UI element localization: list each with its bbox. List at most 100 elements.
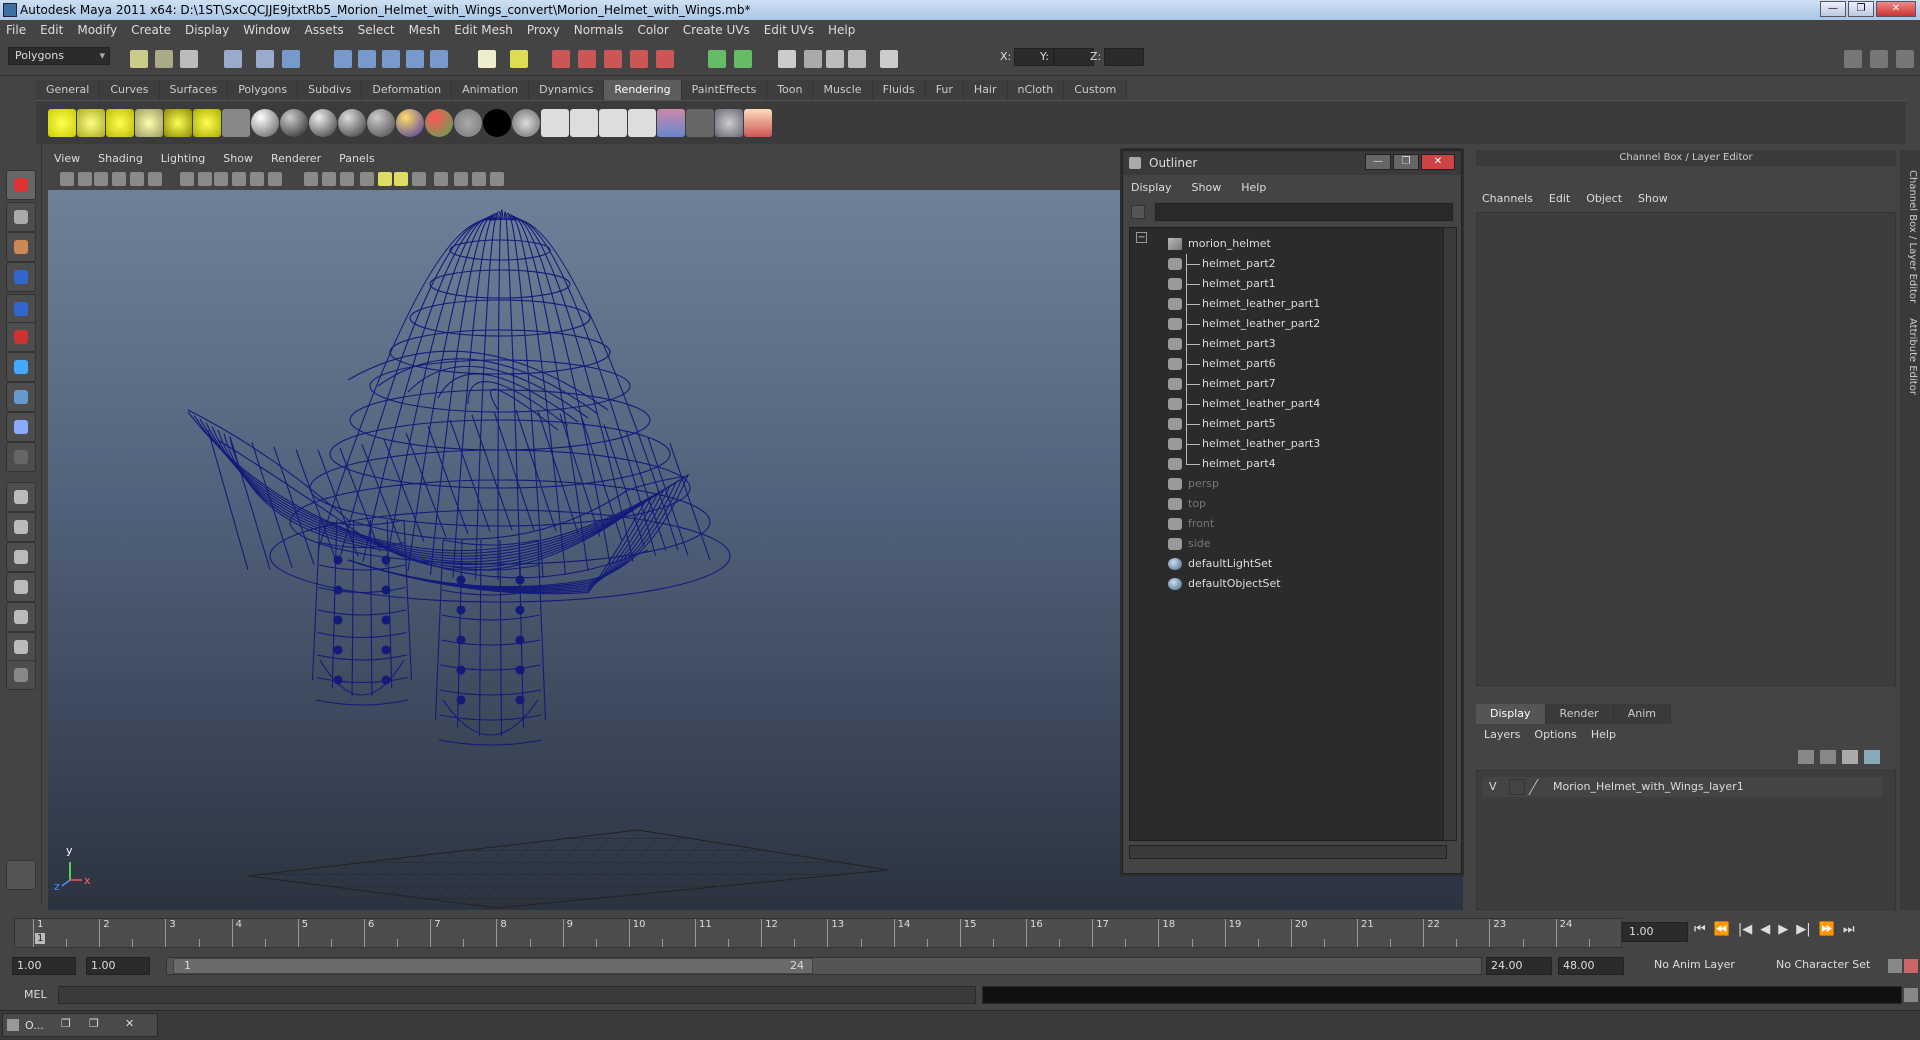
layout-editor-icon[interactable] <box>6 632 36 662</box>
layer-tab-anim[interactable]: Anim <box>1613 704 1671 724</box>
render-view-icon[interactable] <box>656 50 674 68</box>
layered-shader-icon[interactable] <box>396 109 424 137</box>
current-time-marker[interactable]: 1 <box>35 933 46 944</box>
select-hierarchy-icon[interactable] <box>224 50 242 68</box>
anim-layer-dropdown[interactable]: No Anim Layer <box>1650 957 1766 975</box>
snap-plane-icon[interactable] <box>406 50 424 68</box>
outliner-item[interactable]: helmet_part5 <box>1130 414 1446 434</box>
range-slider[interactable]: 1 24 <box>166 957 1482 975</box>
outliner-item[interactable]: side <box>1130 534 1446 554</box>
use-lights-icon[interactable] <box>378 172 392 186</box>
rotate-tool-icon[interactable] <box>6 294 36 324</box>
blinn-icon[interactable] <box>251 109 279 137</box>
outliner-item[interactable]: helmet_part3 <box>1130 334 1446 354</box>
outliner-horizontal-scrollbar[interactable] <box>1129 845 1447 859</box>
gate-mask-icon[interactable] <box>214 172 228 186</box>
high-quality-icon[interactable] <box>412 172 426 186</box>
animation-preferences-icon[interactable] <box>1904 959 1918 973</box>
layer-tab-display[interactable]: Display <box>1476 704 1546 724</box>
persp-hypershade-icon[interactable] <box>6 602 36 632</box>
hypershade-icon[interactable] <box>630 50 648 68</box>
safe-action-icon[interactable] <box>250 172 264 186</box>
go-to-end-button[interactable]: ⏭ <box>1843 922 1855 937</box>
render-current-icon[interactable] <box>541 109 569 137</box>
field-chart-icon[interactable] <box>232 172 246 186</box>
ramp-shader-icon[interactable] <box>425 109 453 137</box>
paint-effects-icon[interactable] <box>744 109 772 137</box>
shelf-tab-muscle[interactable]: Muscle <box>813 80 873 100</box>
show-manipulator-icon[interactable] <box>6 412 36 442</box>
camera-attributes-icon[interactable] <box>78 172 92 186</box>
outliner-menu-show[interactable]: Show <box>1192 181 1222 194</box>
resolution-gate-icon[interactable] <box>198 172 212 186</box>
shading-map-icon[interactable] <box>512 109 540 137</box>
start-time-field[interactable]: 1.00 <box>12 957 76 975</box>
select-object-icon[interactable] <box>256 50 274 68</box>
tool-settings-icon[interactable] <box>6 660 36 690</box>
anisotropic-icon[interactable] <box>367 109 395 137</box>
outliner-menu-help[interactable]: Help <box>1241 181 1266 194</box>
xray-icon[interactable] <box>454 172 468 186</box>
outliner-item[interactable]: helmet_part4 <box>1130 454 1446 474</box>
minimized-outliner[interactable]: O... ❐ ❐ ✕ <box>2 1013 158 1037</box>
graph-editor-icon[interactable] <box>826 50 844 68</box>
menu-mesh[interactable]: Mesh <box>409 23 441 37</box>
step-back-key-button[interactable]: ⏪ <box>1714 922 1730 937</box>
new-layer-icon[interactable] <box>1798 750 1814 764</box>
menu-modify[interactable]: Modify <box>77 23 117 37</box>
shelf-tab-general[interactable]: General <box>36 80 101 100</box>
select-component-icon[interactable] <box>282 50 300 68</box>
panel-menu-shading[interactable]: Shading <box>98 152 143 168</box>
outliner-item[interactable]: helmet_part6 <box>1130 354 1446 374</box>
menu-window[interactable]: Window <box>243 23 290 37</box>
open-scene-icon[interactable] <box>155 50 173 68</box>
four-view-icon[interactable] <box>6 512 36 542</box>
surface-shader-icon[interactable] <box>454 109 482 137</box>
minimized-restore-button[interactable]: ❐ <box>61 1017 71 1030</box>
end-time-field[interactable]: 24.00 <box>1486 957 1552 975</box>
make-live-icon[interactable] <box>430 50 448 68</box>
outliner-maximize-button[interactable]: ❐ <box>1393 154 1419 170</box>
output-ops-icon[interactable] <box>734 50 752 68</box>
smooth-shade-icon[interactable] <box>322 172 336 186</box>
film-gate-icon[interactable] <box>180 172 194 186</box>
shelf-tab-rendering[interactable]: Rendering <box>604 80 682 100</box>
outliner-item[interactable]: top <box>1130 494 1446 514</box>
xray-joints-icon[interactable] <box>472 172 486 186</box>
panel-menu-lighting[interactable]: Lighting <box>161 152 205 168</box>
universal-manip-icon[interactable] <box>6 352 36 382</box>
layer-tab-render[interactable]: Render <box>1545 704 1614 724</box>
snap-grid-icon[interactable] <box>334 50 352 68</box>
select-camera-icon[interactable] <box>60 172 74 186</box>
shelf-tab-subdivs[interactable]: Subdivs <box>298 80 363 100</box>
soft-mod-icon[interactable] <box>6 382 36 412</box>
layer-type-toggle[interactable] <box>1509 779 1525 795</box>
outliner-item[interactable]: defaultLightSet <box>1130 554 1446 574</box>
outliner-item[interactable]: helmet_leather_part4 <box>1130 394 1446 414</box>
lock-icon[interactable] <box>510 50 528 68</box>
scale-tool-icon[interactable] <box>6 322 36 352</box>
menu-edit-uvs[interactable]: Edit UVs <box>764 23 814 37</box>
outliner-vertical-scrollbar[interactable] <box>1443 227 1457 841</box>
menu-edit-mesh[interactable]: Edit Mesh <box>454 23 513 37</box>
menu-assets[interactable]: Assets <box>305 23 344 37</box>
shelf-tab-curves[interactable]: Curves <box>100 80 160 100</box>
menu-select[interactable]: Select <box>358 23 395 37</box>
history-icon[interactable] <box>478 50 496 68</box>
toggle-attribute-editor-icon[interactable] <box>1896 50 1914 68</box>
menu-color[interactable]: Color <box>637 23 668 37</box>
shelf-tab-polygons[interactable]: Polygons <box>228 80 299 100</box>
single-view-icon[interactable] <box>6 482 36 512</box>
render-view-shelf-icon[interactable] <box>686 109 714 137</box>
range-handle[interactable]: 1 24 <box>173 958 813 974</box>
render-settings-icon[interactable] <box>604 50 622 68</box>
textured-icon[interactable] <box>360 172 374 186</box>
step-back-frame-button[interactable]: |◀ <box>1738 922 1752 937</box>
layer-menu-layers[interactable]: Layers <box>1484 728 1520 741</box>
lambert-icon[interactable] <box>280 109 308 137</box>
paint-select-icon[interactable] <box>6 232 36 262</box>
layer-options-icon[interactable] <box>1864 750 1880 764</box>
y-coord-field[interactable] <box>1054 48 1094 66</box>
rig-tool-icon[interactable] <box>6 860 36 890</box>
bookmarks-icon[interactable] <box>94 172 108 186</box>
